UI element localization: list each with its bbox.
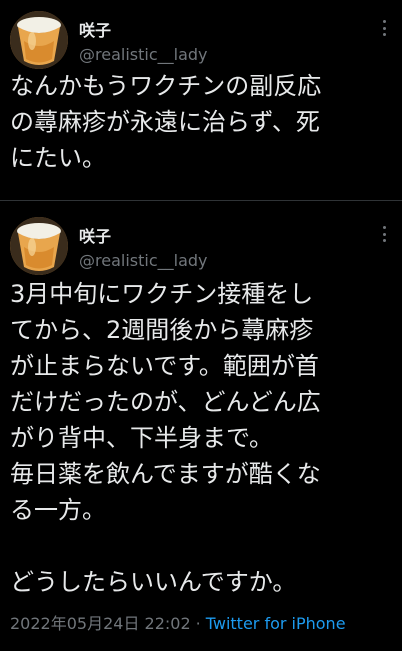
- more-options-icon[interactable]: [376, 18, 392, 38]
- tweet-first[interactable]: 咲子 @realistic__lady なんかもうワクチンの副反応 の蕁麻疹が永…: [0, 0, 402, 198]
- tweet-timestamp[interactable]: 2022年05月24日 22:02: [10, 614, 191, 633]
- tweet-text: なんかもうワクチンの副反応 の蕁麻疹が永遠に治らず、死 にたい。: [10, 72, 322, 172]
- tweet-source[interactable]: Twitter for iPhone: [206, 614, 346, 633]
- display-name[interactable]: 咲子: [79, 17, 111, 41]
- tweet-footer: 2022年05月24日 22:02 · Twitter for iPhone: [10, 610, 346, 634]
- avatar[interactable]: [10, 217, 68, 275]
- user-handle[interactable]: @realistic__lady: [79, 251, 208, 270]
- tweet-second[interactable]: 咲子 @realistic__lady 3月中旬にワクチン接種をし てから、2週…: [0, 206, 402, 651]
- display-name[interactable]: 咲子: [79, 223, 111, 247]
- tweet-text: 3月中旬にワクチン接種をし てから、2週間後から蕁麻疹 が止まらないです。範囲が…: [10, 280, 321, 596]
- user-handle[interactable]: @realistic__lady: [79, 45, 208, 64]
- avatar[interactable]: [10, 11, 68, 69]
- avatar-image: [10, 217, 68, 275]
- footer-separator: ·: [195, 614, 201, 633]
- more-options-icon[interactable]: [376, 224, 392, 244]
- tweet-divider: [0, 200, 402, 201]
- avatar-image: [10, 11, 68, 69]
